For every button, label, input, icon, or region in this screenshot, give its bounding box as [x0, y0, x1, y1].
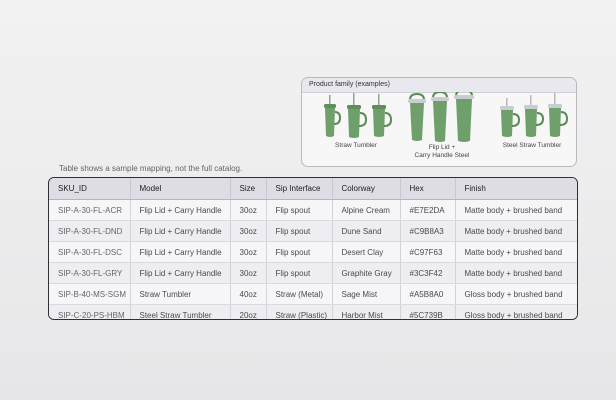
cell-sip-interface: Straw (Metal) — [266, 283, 333, 305]
cell-size: 30oz — [230, 241, 267, 263]
table-note: Table shows a sample mapping, not the fu… — [59, 164, 243, 173]
cell-colorway: Desert Clay — [332, 241, 401, 263]
cell-hex: #3C3F42 — [400, 262, 456, 284]
cell-model: Straw Tumbler — [130, 283, 231, 305]
cell-sku: SIP-A-30-FL-DND — [49, 220, 131, 242]
cell-sip-interface: Flip spout — [266, 241, 333, 263]
cell-size: 40oz — [230, 283, 267, 305]
table-row[interactable]: SIP-A-30-FL-DND Flip Lid + Carry Handle … — [49, 220, 577, 242]
cell-hex: #E7E2DA — [400, 199, 456, 221]
table-row[interactable]: SIP-A-30-FL-DSC Flip Lid + Carry Handle … — [49, 241, 577, 263]
flip-lid-caption-line2: Carry Handle Steel — [414, 152, 470, 159]
steel-straw-caption: Steel Straw Tumbler — [502, 142, 562, 149]
cell-model: Flip Lid + Carry Handle — [130, 220, 231, 242]
cell-model: Flip Lid + Carry Handle — [130, 262, 231, 284]
cell-hex: #A5B8A0 — [400, 283, 456, 305]
cell-sip-interface: Flip spout — [266, 199, 333, 221]
flip-lid-caption-line1: Flip Lid + — [428, 144, 456, 151]
table-header-row: SKU_ID Model Size Sip Interface Colorway… — [49, 178, 577, 200]
cell-sku: SIP-A-30-FL-GRY — [49, 262, 131, 284]
cell-finish: Matte body + brushed band — [455, 241, 577, 263]
table-row[interactable]: SIP-A-30-FL-ACR Flip Lid + Carry Handle … — [49, 199, 577, 221]
product-family-card: Product family (examples) Straw Tumbler … — [301, 77, 577, 167]
column-header-sip-interface[interactable]: Sip Interface — [266, 178, 333, 200]
sku-table-container: SKU_ID Model Size Sip Interface Colorway… — [48, 177, 578, 320]
cell-colorway: Sage Mist — [332, 283, 401, 305]
steel-straw-illustration — [500, 93, 569, 137]
cell-sku: SIP-C-20-PS-HBM — [49, 304, 131, 319]
cell-finish: Matte body + brushed band — [455, 262, 577, 284]
cell-sku: SIP-B-40-MS-SGM — [49, 283, 131, 305]
column-header-model[interactable]: Model — [130, 178, 231, 200]
sku-table: SKU_ID Model Size Sip Interface Colorway… — [49, 178, 577, 319]
table-row[interactable]: SIP-A-30-FL-GRY Flip Lid + Carry Handle … — [49, 262, 577, 284]
cell-hex: #5C739B — [400, 304, 456, 319]
column-header-sku[interactable]: SKU_ID — [49, 178, 131, 200]
cell-model: Flip Lid + Carry Handle — [130, 199, 231, 221]
cell-finish: Gloss body + brushed band — [455, 304, 577, 319]
steel-straw-group: Steel Straw Tumbler — [492, 92, 572, 150]
straw-tumbler-group: Straw Tumbler — [320, 92, 392, 150]
cell-sku: SIP-A-30-FL-ACR — [49, 199, 131, 221]
cell-sip-interface: Flip spout — [266, 220, 333, 242]
cell-hex: #C97F63 — [400, 241, 456, 263]
column-header-size[interactable]: Size — [230, 178, 267, 200]
table-row[interactable]: SIP-C-20-PS-HBM Steel Straw Tumbler 20oz… — [49, 304, 577, 319]
cell-size: 30oz — [230, 199, 267, 221]
column-header-hex[interactable]: Hex — [400, 178, 456, 200]
cell-finish: Gloss body + brushed band — [455, 283, 577, 305]
flip-lid-illustration — [408, 92, 474, 142]
straw-tumbler-caption: Straw Tumbler — [335, 142, 377, 149]
cell-colorway: Dune Sand — [332, 220, 401, 242]
product-family-title: Product family (examples) — [302, 78, 576, 93]
cell-colorway: Graphite Gray — [332, 262, 401, 284]
flip-lid-group: Flip Lid + Carry Handle Steel — [402, 92, 482, 160]
cell-size: 20oz — [230, 304, 267, 319]
column-header-colorway[interactable]: Colorway — [332, 178, 401, 200]
cell-colorway: Alpine Cream — [332, 199, 401, 221]
cell-sip-interface: Flip spout — [266, 262, 333, 284]
cell-model: Flip Lid + Carry Handle — [130, 241, 231, 263]
cell-hex: #C9B8A3 — [400, 220, 456, 242]
cell-model: Steel Straw Tumbler — [130, 304, 231, 319]
table-row[interactable]: SIP-B-40-MS-SGM Straw Tumbler 40oz Straw… — [49, 283, 577, 305]
straw-tumbler-illustration — [324, 93, 392, 138]
column-header-finish[interactable]: Finish — [455, 178, 577, 200]
cell-finish: Matte body + brushed band — [455, 199, 577, 221]
cell-size: 30oz — [230, 220, 267, 242]
cell-finish: Matte body + brushed band — [455, 220, 577, 242]
cell-size: 30oz — [230, 262, 267, 284]
cell-sip-interface: Straw (Plastic) — [266, 304, 333, 319]
cell-colorway: Harbor Mist — [332, 304, 401, 319]
cell-sku: SIP-A-30-FL-DSC — [49, 241, 131, 263]
